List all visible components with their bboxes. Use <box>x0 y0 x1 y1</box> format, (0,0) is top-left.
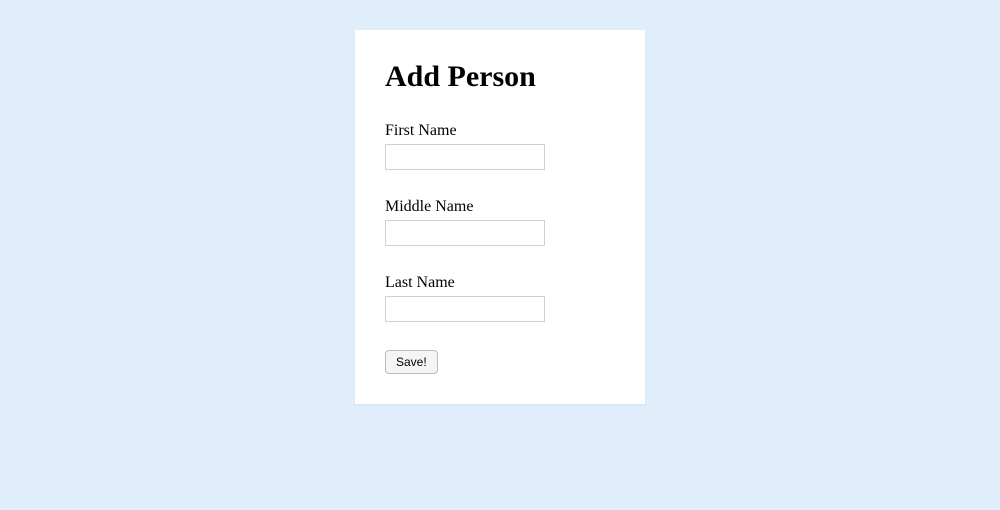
first-name-input[interactable] <box>385 144 545 170</box>
first-name-group: First Name <box>385 122 615 170</box>
last-name-group: Last Name <box>385 274 615 322</box>
save-button[interactable]: Save! <box>385 350 438 374</box>
first-name-label: First Name <box>385 122 615 140</box>
middle-name-input[interactable] <box>385 220 545 246</box>
middle-name-group: Middle Name <box>385 198 615 246</box>
last-name-label: Last Name <box>385 274 615 292</box>
form-title: Add Person <box>385 60 615 94</box>
middle-name-label: Middle Name <box>385 198 615 216</box>
add-person-form: Add Person First Name Middle Name Last N… <box>355 30 645 404</box>
last-name-input[interactable] <box>385 296 545 322</box>
